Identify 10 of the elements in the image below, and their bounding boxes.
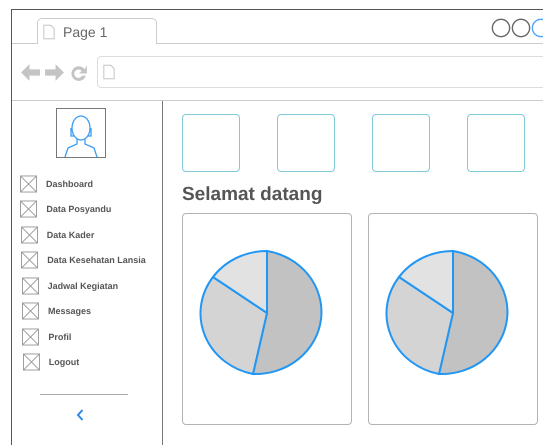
menu-item[interactable]: Messages [48, 306, 92, 316]
menu-item[interactable]: Data Kader [46, 230, 94, 240]
menu-item[interactable]: Profil [48, 332, 72, 342]
welcome-heading: Selamat datang [182, 184, 324, 206]
browser-tab[interactable]: Page 1 [37, 18, 157, 44]
menu-item[interactable]: Data Kesehatan Lansia [47, 255, 146, 266]
menu-item[interactable]: Jadwal Kegiatan [48, 280, 118, 291]
menu-item[interactable]: Dashboard [46, 178, 94, 189]
menu-item[interactable]: Logout [48, 357, 80, 368]
menu-item[interactable]: Data Posyandu [46, 204, 112, 214]
